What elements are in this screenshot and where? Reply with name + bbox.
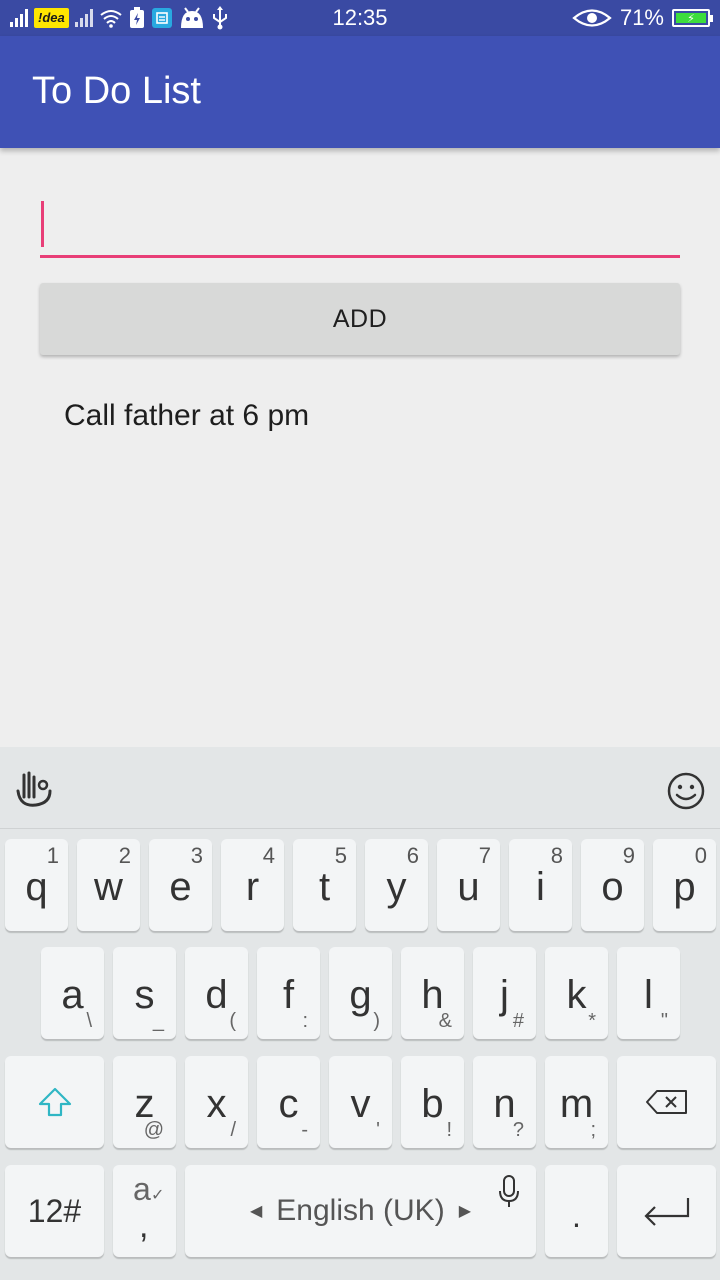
enter-icon	[643, 1198, 689, 1226]
shift-icon	[38, 1087, 71, 1117]
status-right-icons: 71% ⚡	[572, 4, 713, 32]
keyboard-toolbar	[0, 747, 720, 829]
key-s[interactable]: s _	[113, 947, 176, 1039]
check-icon: ✓	[151, 1187, 165, 1204]
soft-keyboard: 1q 2w 3e 4r 5t 6y 7u 8i 9o 0p a \ s _ d( f…	[0, 747, 720, 1280]
backspace-icon	[645, 1090, 687, 1114]
backspace-key[interactable]	[617, 1056, 716, 1148]
key-o[interactable]: 9o	[581, 839, 644, 931]
accent-comma-key[interactable]: a ✓ ,	[113, 1165, 176, 1257]
key-i[interactable]: 8i	[509, 839, 572, 931]
key-j[interactable]: j #	[473, 947, 536, 1039]
key-u[interactable]: 7u	[437, 839, 500, 931]
key-k[interactable]: k *	[545, 947, 608, 1039]
symbols-key[interactable]: 12#	[5, 1165, 104, 1257]
key-g[interactable]: g)	[329, 947, 392, 1039]
battery-charging-icon: ⚡	[672, 9, 713, 27]
app-bar: To Do List	[0, 36, 720, 148]
status-bar: !dea 12:35 71% ⚡	[0, 0, 720, 36]
period-key[interactable]: .	[545, 1165, 608, 1257]
key-l[interactable]: l "	[617, 947, 680, 1039]
key-m[interactable]: m;	[545, 1056, 608, 1148]
key-h[interactable]: h &	[401, 947, 464, 1039]
shift-key[interactable]	[5, 1056, 104, 1148]
space-key[interactable]: ◀ English (UK) ▶	[185, 1165, 536, 1257]
emoji-icon[interactable]	[666, 771, 706, 811]
key-r[interactable]: 4r	[221, 839, 284, 931]
key-f[interactable]: f:	[257, 947, 320, 1039]
task-input[interactable]	[40, 196, 680, 258]
key-x[interactable]: x /	[185, 1056, 248, 1148]
task-item[interactable]: Call father at 6 pm	[64, 394, 684, 438]
eye-icon	[572, 9, 612, 27]
key-a[interactable]: a \	[41, 947, 104, 1039]
key-q[interactable]: 1q	[5, 839, 68, 931]
text-cursor	[41, 201, 44, 247]
key-b[interactable]: b!	[401, 1056, 464, 1148]
accent-key-comma: ,	[139, 1207, 149, 1245]
touchpal-hand-icon[interactable]	[14, 769, 54, 809]
key-y[interactable]: 6y	[365, 839, 428, 931]
task-list: Call father at 6 pm	[64, 394, 684, 438]
language-left-arrow: ◀	[249, 1203, 263, 1220]
key-t[interactable]: 5t	[293, 839, 356, 931]
app-title: To Do List	[32, 70, 201, 112]
language-right-arrow: ▶	[458, 1203, 471, 1220]
key-d[interactable]: d(	[185, 947, 248, 1039]
microphone-icon	[499, 1175, 519, 1207]
key-e[interactable]: 3e	[149, 839, 212, 931]
accent-key-letter: a	[133, 1171, 151, 1207]
key-n[interactable]: n?	[473, 1056, 536, 1148]
key-v[interactable]: v '	[329, 1056, 392, 1148]
add-button[interactable]: ADD	[40, 283, 680, 355]
key-c[interactable]: c-	[257, 1056, 320, 1148]
language-label: English (UK)	[276, 1194, 445, 1227]
key-p[interactable]: 0p	[653, 839, 716, 931]
key-w[interactable]: 2w	[77, 839, 140, 931]
key-z[interactable]: z @	[113, 1056, 176, 1148]
enter-key[interactable]	[617, 1165, 716, 1257]
battery-percent: 71%	[619, 5, 664, 30]
